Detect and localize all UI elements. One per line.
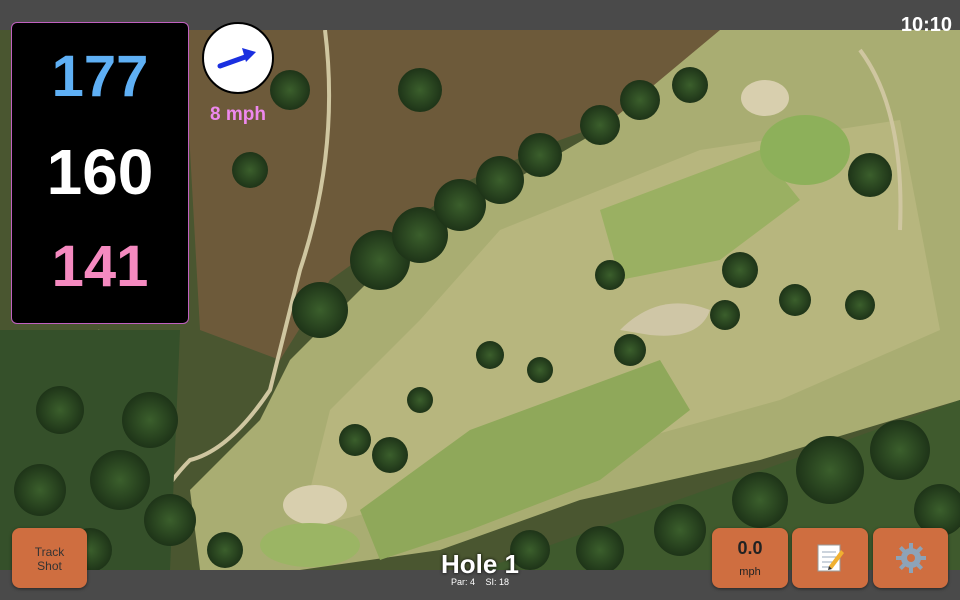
yardage-middle: 160 <box>46 136 154 208</box>
notepad-icon <box>817 544 844 572</box>
wind-speed: 8 mph <box>210 104 266 125</box>
gear-icon <box>895 543 926 573</box>
speed-value: 0.0 <box>737 538 763 558</box>
hole-stroke-index: SI: 18 <box>485 577 510 587</box>
wind-indicator <box>202 22 274 94</box>
track-shot-label-2: Shot <box>37 559 62 573</box>
notes-button[interactable] <box>792 528 868 588</box>
yardage-back: 177 <box>51 44 149 109</box>
hole-info: Par: 4 SI: 18 <box>380 577 580 587</box>
speed-unit: mph <box>739 566 761 578</box>
track-shot-button[interactable]: Track Shot <box>12 528 87 588</box>
yardage-panel: 177 160 141 <box>11 22 189 324</box>
speed-button[interactable]: 0.0 mph <box>712 528 788 588</box>
clock: 10:10 <box>900 14 952 36</box>
hole-par: Par: 4 <box>450 577 475 587</box>
wind-direction-arrow-icon <box>217 48 256 69</box>
settings-button[interactable] <box>873 528 948 588</box>
track-shot-label-1: Track <box>34 545 65 559</box>
yardage-front: 141 <box>51 234 149 299</box>
hole-title: Hole 1 <box>440 549 520 579</box>
